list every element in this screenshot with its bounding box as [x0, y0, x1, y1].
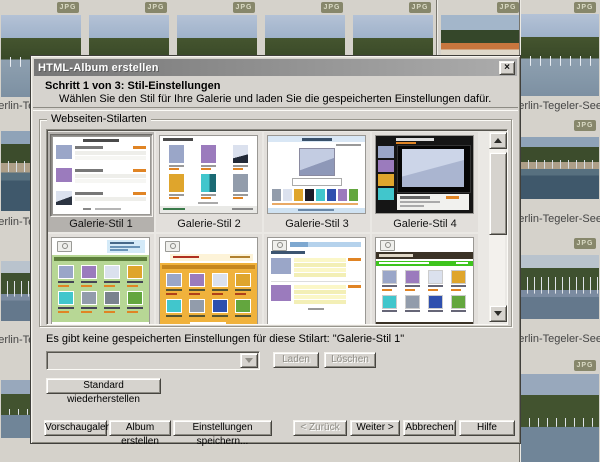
style-preview-8	[375, 237, 474, 325]
arrow-down-icon	[494, 311, 502, 316]
style-option-label: Galerie-Stil 2	[156, 216, 262, 232]
scroll-down-button[interactable]	[489, 305, 507, 322]
load-button: Laden	[273, 352, 319, 368]
preview-gallery-button[interactable]: Vorschaugalerie	[44, 420, 107, 436]
photo-browser-right-pane: JPGBerlin-Tegeler-See...JPGBerlin-Tegele…	[519, 0, 600, 462]
arrow-up-icon	[494, 138, 502, 143]
style-preview-2	[159, 135, 258, 214]
style-option-label: Galerie-Stil 4	[372, 216, 478, 232]
header-divider	[33, 107, 518, 111]
styles-list: Galerie-Stil 1	[46, 129, 508, 325]
close-button[interactable]: ×	[499, 61, 515, 75]
style-option-8[interactable]	[372, 234, 478, 325]
jpg-badge: JPG	[574, 120, 596, 131]
next-button[interactable]: Weiter >	[350, 420, 400, 436]
restore-default-button[interactable]: Standard wiederherstellen	[46, 378, 161, 394]
camera-logo-icon	[272, 240, 287, 251]
style-preview-5	[51, 237, 150, 325]
style-option-galerie-stil-1[interactable]: Galerie-Stil 1	[48, 132, 154, 232]
style-option-6[interactable]	[156, 234, 262, 325]
camera-logo-icon	[57, 241, 72, 252]
jpg-badge: JPG	[321, 2, 343, 13]
style-option-5[interactable]	[48, 234, 154, 325]
jpg-badge: JPG	[233, 2, 255, 13]
saved-settings-dropdown	[46, 351, 260, 370]
photo-thumbnail	[521, 14, 599, 96]
jpg-badge: JPG	[409, 2, 431, 13]
photo-thumbnail-cell[interactable]: JPGBerlin-Tegeler-See...	[520, 236, 600, 354]
photo-thumbnail	[521, 137, 599, 199]
save-settings-button[interactable]: Einstellungen speichern...	[173, 420, 272, 436]
back-button: < Zurück	[293, 420, 347, 436]
photo-thumbnail	[521, 374, 599, 462]
styles-group-label: Webseiten-Stilarten	[47, 113, 151, 125]
style-preview-3	[267, 135, 366, 214]
help-button[interactable]: Hilfe	[459, 420, 515, 436]
photo-thumbnail-cell[interactable]: JPGBerlin-Tegeler-See...	[520, 118, 600, 236]
scroll-up-button[interactable]	[489, 132, 507, 149]
style-option-galerie-stil-3[interactable]: Galerie-Stil 3	[264, 132, 370, 232]
camera-logo-icon	[165, 241, 180, 252]
photo-thumbnail-cell[interactable]: JPG	[520, 358, 600, 462]
jpg-badge: JPG	[497, 2, 519, 13]
desktop: JPGBerlin-Tegeler-See...JPGBerlin-Tegele…	[0, 0, 600, 462]
close-icon: ×	[504, 62, 510, 73]
photo-thumbnail	[521, 255, 599, 319]
scrollbar-thumb[interactable]	[489, 152, 507, 235]
style-option-label: Galerie-Stil 1	[48, 216, 154, 232]
dialog-title: HTML-Album erstellen	[34, 62, 499, 74]
delete-button: Löschen	[324, 352, 376, 368]
step-title: Schritt 1 von 3: Stil-Einstellungen	[45, 80, 220, 92]
jpg-badge: JPG	[574, 360, 596, 371]
style-option-label: Galerie-Stil 3	[264, 216, 370, 232]
dropdown-arrow-button	[240, 353, 258, 368]
step-description: Wählen Sie den Stil für Ihre Galerie und…	[59, 93, 491, 105]
jpg-badge: JPG	[574, 238, 596, 249]
photo-thumbnail-cell[interactable]: JPGBerlin-Tegeler-See...	[520, 0, 600, 118]
style-option-7[interactable]	[264, 234, 370, 325]
create-album-button[interactable]: Album erstellen	[109, 420, 171, 436]
style-option-galerie-stil-2[interactable]: Galerie-Stil 2	[156, 132, 262, 232]
jpg-badge: JPG	[145, 2, 167, 13]
camera-logo-icon	[380, 240, 395, 251]
style-preview-7	[267, 237, 366, 325]
style-preview-1	[52, 136, 151, 215]
styles-scrollbar[interactable]	[489, 132, 505, 322]
dialog-titlebar[interactable]: HTML-Album erstellen ×	[34, 59, 517, 76]
style-option-galerie-stil-4[interactable]: Galerie-Stil 4	[372, 132, 478, 232]
no-saved-settings-text: Es gibt keine gespeicherten Einstellunge…	[46, 333, 404, 345]
chevron-down-icon	[245, 358, 253, 363]
style-preview-4	[375, 135, 474, 214]
jpg-badge: JPG	[57, 2, 79, 13]
html-album-dialog: HTML-Album erstellen × Schritt 1 von 3: …	[30, 55, 521, 444]
style-preview-6	[159, 237, 258, 325]
cancel-button[interactable]: Abbrechen	[403, 420, 456, 436]
jpg-badge: JPG	[574, 2, 596, 13]
